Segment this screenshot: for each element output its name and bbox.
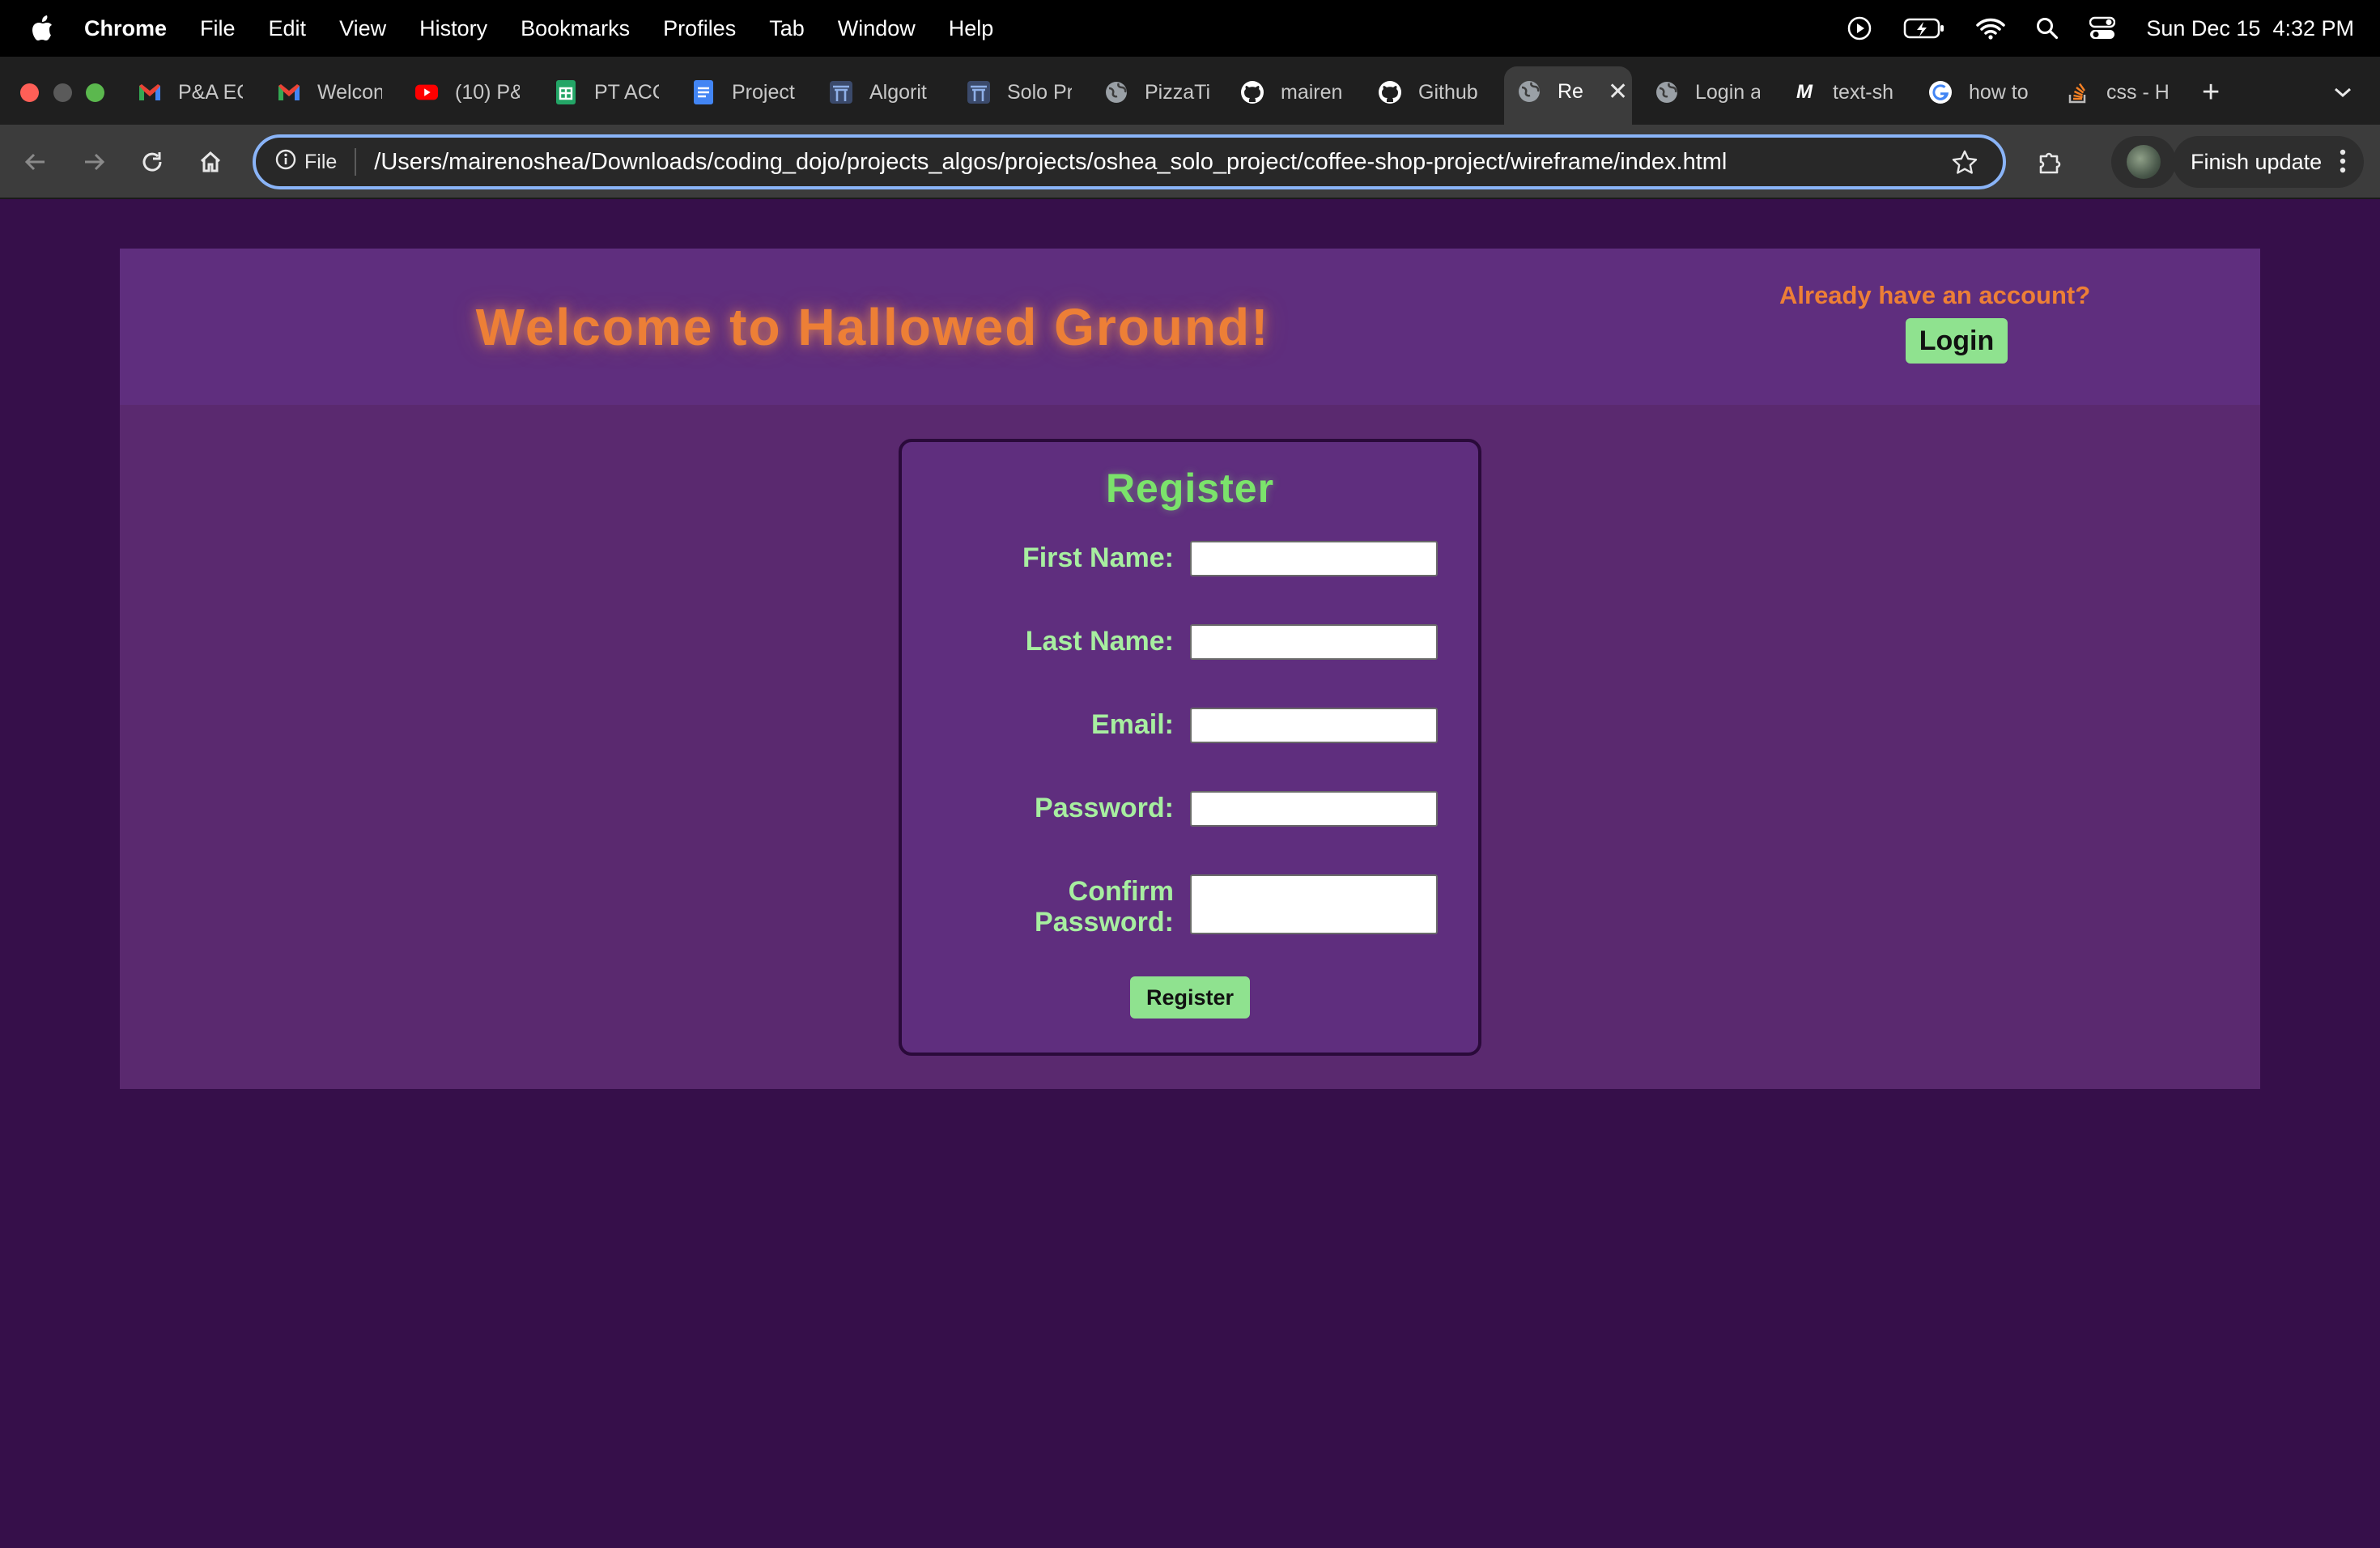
github-icon bbox=[1240, 80, 1264, 104]
tab-item[interactable]: mairen bbox=[1240, 68, 1345, 117]
status-area: Sun Dec 15 4:32 PM bbox=[1847, 0, 2354, 57]
finish-update-button[interactable]: Finish update bbox=[2173, 136, 2364, 188]
sheets-icon bbox=[554, 80, 578, 104]
login-button[interactable]: Login bbox=[1906, 318, 2008, 364]
form-title: Register bbox=[1105, 466, 1275, 511]
tab-close-icon[interactable]: ✕ bbox=[1608, 78, 1628, 106]
gmail-icon bbox=[277, 80, 301, 104]
back-button[interactable] bbox=[19, 146, 52, 178]
media-play-icon[interactable] bbox=[1847, 15, 1872, 41]
tab-item[interactable]: Welcon bbox=[277, 68, 382, 117]
site-info-chip[interactable]: File bbox=[275, 148, 357, 176]
medium-icon: M bbox=[1796, 81, 1813, 103]
account-prompt: Already have an account? bbox=[1779, 281, 2091, 309]
github-icon bbox=[1378, 80, 1402, 104]
menu-tab[interactable]: Tab bbox=[769, 16, 805, 41]
password-label: Password: bbox=[1035, 793, 1174, 823]
menu-edit[interactable]: Edit bbox=[269, 16, 307, 41]
forward-button[interactable] bbox=[78, 146, 110, 178]
first-name-label: First Name: bbox=[1022, 542, 1174, 573]
site-header: Welcome to Hallowed Ground! Already have… bbox=[120, 249, 2260, 405]
tab-item[interactable]: Github bbox=[1378, 68, 1483, 117]
confirm-password-label-line2: Password: bbox=[1035, 907, 1174, 938]
tab-item[interactable]: P&A EC bbox=[138, 68, 243, 117]
menu-window[interactable]: Window bbox=[838, 16, 916, 41]
apple-menu-icon[interactable] bbox=[0, 15, 84, 41]
tab-item[interactable]: M text-sh bbox=[1792, 68, 1898, 117]
avatar bbox=[2127, 145, 2161, 179]
confirm-password-label: Confirm Password: bbox=[1035, 876, 1174, 938]
gate-icon bbox=[967, 80, 991, 104]
kebab-menu-icon[interactable] bbox=[2340, 147, 2346, 181]
menu-help[interactable]: Help bbox=[949, 16, 994, 41]
confirm-password-label-line1: Confirm bbox=[1068, 876, 1174, 907]
docs-icon bbox=[691, 80, 716, 104]
confirm-password-input[interactable] bbox=[1190, 874, 1438, 934]
spotlight-search-icon[interactable] bbox=[2036, 17, 2059, 40]
google-icon bbox=[1928, 80, 1953, 104]
finish-update-label: Finish update bbox=[2191, 149, 2323, 174]
tab-item[interactable]: PT ACC bbox=[554, 68, 659, 117]
first-name-input[interactable] bbox=[1190, 541, 1438, 576]
menubar-clock[interactable]: Sun Dec 15 4:32 PM bbox=[2146, 16, 2354, 41]
globe-icon bbox=[1517, 79, 1541, 104]
tab-item-active[interactable]: Re ✕ bbox=[1504, 66, 1632, 125]
bookmark-star-icon[interactable] bbox=[1951, 149, 1978, 181]
window-minimize-button[interactable] bbox=[53, 83, 72, 102]
address-bar[interactable]: File /Users/mairenoshea/Downloads/coding… bbox=[253, 134, 2006, 189]
password-input[interactable] bbox=[1190, 791, 1438, 827]
stackoverflow-icon bbox=[2066, 80, 2090, 104]
profile-button[interactable] bbox=[2111, 136, 2176, 188]
new-tab-button[interactable]: + bbox=[2202, 68, 2234, 117]
gate-icon bbox=[829, 80, 853, 104]
page-title: Welcome to Hallowed Ground! bbox=[475, 298, 1270, 356]
window-close-button[interactable] bbox=[20, 83, 39, 102]
reload-button[interactable] bbox=[136, 146, 168, 178]
home-button[interactable] bbox=[194, 146, 227, 178]
gmail-icon bbox=[138, 80, 162, 104]
last-name-label: Last Name: bbox=[1025, 626, 1174, 657]
macos-menu-bar: Chrome File Edit View History Bookmarks … bbox=[0, 0, 2380, 57]
tab-item[interactable]: Login a bbox=[1655, 68, 1760, 117]
youtube-icon bbox=[414, 80, 439, 104]
tab-strip: P&A EC Welcon (10) P& PT ACC Project Alg… bbox=[0, 57, 2380, 125]
tab-item[interactable]: PizzaTi bbox=[1104, 68, 1209, 117]
tab-search-chevron-icon[interactable] bbox=[2333, 68, 2365, 117]
wifi-icon[interactable] bbox=[1976, 17, 2006, 40]
menu-bookmarks[interactable]: Bookmarks bbox=[521, 16, 630, 41]
control-center-icon[interactable] bbox=[2089, 16, 2116, 40]
menu-view[interactable]: View bbox=[339, 16, 386, 41]
page-viewport: Welcome to Hallowed Ground! Already have… bbox=[0, 201, 2380, 1548]
divider bbox=[355, 148, 357, 176]
url-text[interactable]: /Users/mairenoshea/Downloads/coding_dojo… bbox=[374, 149, 1727, 176]
menu-history[interactable]: History bbox=[419, 16, 487, 41]
email-label: Email: bbox=[1090, 709, 1174, 740]
menu-file[interactable]: File bbox=[200, 16, 236, 41]
battery-icon[interactable] bbox=[1903, 17, 1945, 40]
tab-item[interactable]: how to bbox=[1928, 68, 2034, 117]
tab-item[interactable]: (10) P& bbox=[414, 68, 520, 117]
register-form: Register First Name: Last Name: Email: P… bbox=[899, 439, 1481, 1056]
last-name-input[interactable] bbox=[1190, 624, 1438, 660]
email-input[interactable] bbox=[1190, 708, 1438, 743]
scheme-label: File bbox=[304, 150, 338, 173]
register-button[interactable]: Register bbox=[1130, 976, 1250, 1019]
globe-icon bbox=[1655, 80, 1679, 104]
tab-item[interactable]: css - H bbox=[2066, 68, 2171, 117]
tab-item[interactable]: Solo Pr bbox=[967, 68, 1072, 117]
tab-item[interactable]: Algorit bbox=[829, 68, 934, 117]
page-container: Welcome to Hallowed Ground! Already have… bbox=[120, 249, 2260, 1089]
browser-toolbar: File /Users/mairenoshea/Downloads/coding… bbox=[0, 125, 2380, 199]
menu-profiles[interactable]: Profiles bbox=[663, 16, 736, 41]
extensions-puzzle-icon[interactable] bbox=[2034, 146, 2066, 178]
globe-icon bbox=[1104, 80, 1128, 104]
tab-item[interactable]: Project bbox=[691, 68, 797, 117]
window-zoom-button[interactable] bbox=[86, 83, 104, 102]
menu-app-chrome[interactable]: Chrome bbox=[84, 16, 167, 41]
info-icon bbox=[275, 149, 296, 176]
